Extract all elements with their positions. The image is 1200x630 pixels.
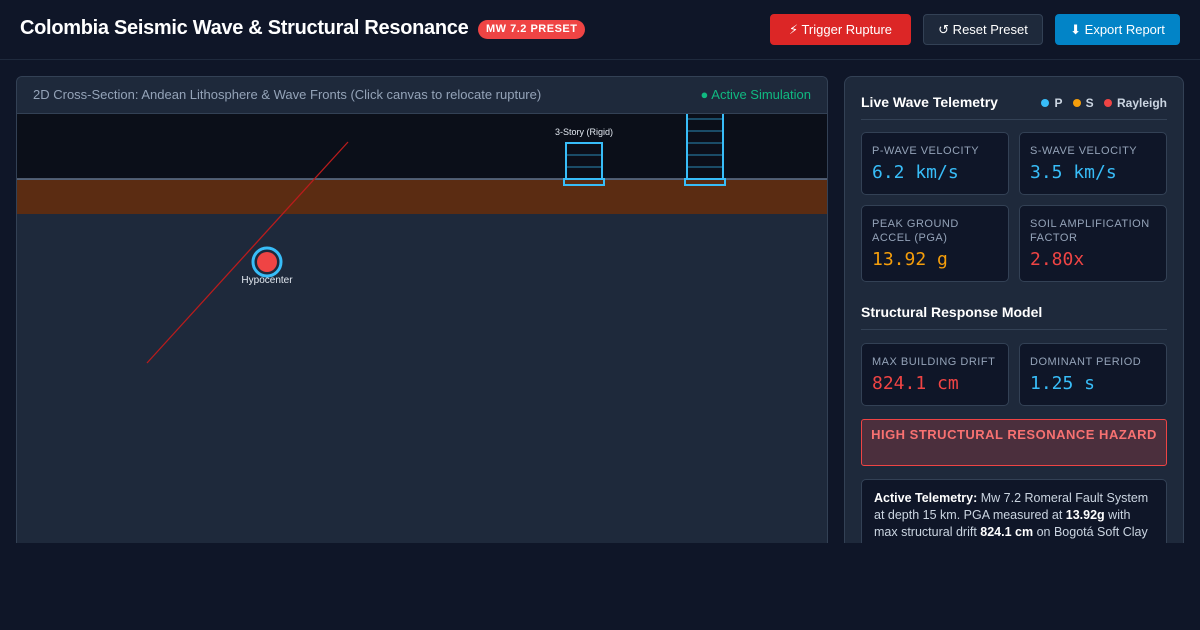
- dominant-period-card: Dominant Period 1.25 s: [1019, 343, 1167, 406]
- resonance-hazard-alert: HIGH STRUCTURAL RESONANCE HAZARD: [861, 419, 1167, 466]
- card-label: Peak Ground Accel (PGA): [872, 218, 959, 244]
- legend-label: S: [1085, 96, 1094, 110]
- simulation-canvas[interactable]: 3-Story (Rigid) Hypocenter: [17, 114, 828, 543]
- card-label: Max Building Drift: [872, 356, 996, 368]
- top-bar: Colombia Seismic Wave & Structural Reson…: [0, 0, 1200, 60]
- building-label: 3-Story (Rigid): [555, 127, 613, 137]
- crust-layer: [17, 214, 827, 543]
- summary-heading: Active Telemetry:: [874, 491, 978, 505]
- p-wave-velocity-card: P-Wave Velocity 6.2 km/s: [861, 132, 1009, 195]
- card-label: Dominant Period: [1030, 356, 1142, 368]
- telemetry-summary: Active Telemetry: Mw 7.2 Romeral Fault S…: [861, 479, 1167, 543]
- soil-amplification-value: 2.80x: [1030, 249, 1085, 270]
- telemetry-title: Live Wave Telemetry: [861, 94, 998, 110]
- sky-layer: [17, 114, 827, 179]
- preset-badge: MW 7.2 PRESET: [478, 20, 586, 39]
- summary-drift: 824.1 cm: [980, 525, 1034, 539]
- section-divider: [861, 329, 1167, 330]
- card-label: Soil Amplification Factor: [1030, 218, 1150, 244]
- legend-label: P: [1054, 96, 1063, 110]
- summary-pga: 13.92g: [1065, 508, 1105, 522]
- rayleigh-wave-dot-icon: [1103, 99, 1112, 107]
- s-wave-velocity-card: S-Wave Velocity 3.5 km/s: [1019, 132, 1167, 195]
- dominant-period-value: 1.25 s: [1030, 373, 1096, 394]
- simulation-status: ● Active Simulation: [700, 87, 811, 102]
- pga-card: Peak Ground Accel (PGA) 13.92 g: [861, 205, 1009, 282]
- p-wave-velocity-value: 6.2 km/s: [872, 162, 959, 183]
- structural-title: Structural Response Model: [861, 304, 1043, 320]
- max-drift-value: 824.1 cm: [872, 373, 959, 394]
- legend-item-rayleigh: Rayleigh: [1103, 96, 1167, 110]
- legend-item-p: P: [1041, 96, 1062, 110]
- pga-value: 13.92 g: [872, 249, 948, 270]
- export-report-button[interactable]: ⬇ Export Report: [1055, 14, 1180, 45]
- legend-label: Rayleigh: [1116, 96, 1167, 110]
- hypocenter-label: Hypocenter: [241, 275, 293, 286]
- max-drift-card: Max Building Drift 824.1 cm: [861, 343, 1009, 406]
- summary-text: on Bogotá Soft Clay: [1033, 525, 1148, 539]
- trigger-rupture-button[interactable]: ⚡ Trigger Rupture: [770, 14, 911, 45]
- p-wave-dot-icon: [1041, 99, 1050, 107]
- card-label: S-Wave Velocity: [1030, 145, 1138, 157]
- wave-legend: P S Rayleigh: [1034, 96, 1167, 110]
- card-label: P-Wave Velocity: [872, 145, 980, 157]
- legend-item-s: S: [1072, 96, 1094, 110]
- soil-amplification-card: Soil Amplification Factor 2.80x: [1019, 205, 1167, 282]
- app-title: Colombia Seismic Wave & Structural Reson…: [20, 17, 469, 39]
- hypocenter-dot: [257, 252, 277, 272]
- simulation-title: 2D Cross-Section: Andean Lithosphere & W…: [33, 87, 542, 102]
- simulation-panel: 2D Cross-Section: Andean Lithosphere & W…: [16, 76, 828, 543]
- telemetry-panel: Live Wave Telemetry P S Rayleigh P-Wave …: [844, 76, 1184, 543]
- simulation-header: 2D Cross-Section: Andean Lithosphere & W…: [17, 77, 827, 114]
- s-wave-velocity-value: 3.5 km/s: [1030, 162, 1117, 183]
- reset-preset-button[interactable]: ↺ Reset Preset: [923, 14, 1043, 45]
- section-divider: [861, 119, 1167, 120]
- s-wave-dot-icon: [1072, 99, 1081, 107]
